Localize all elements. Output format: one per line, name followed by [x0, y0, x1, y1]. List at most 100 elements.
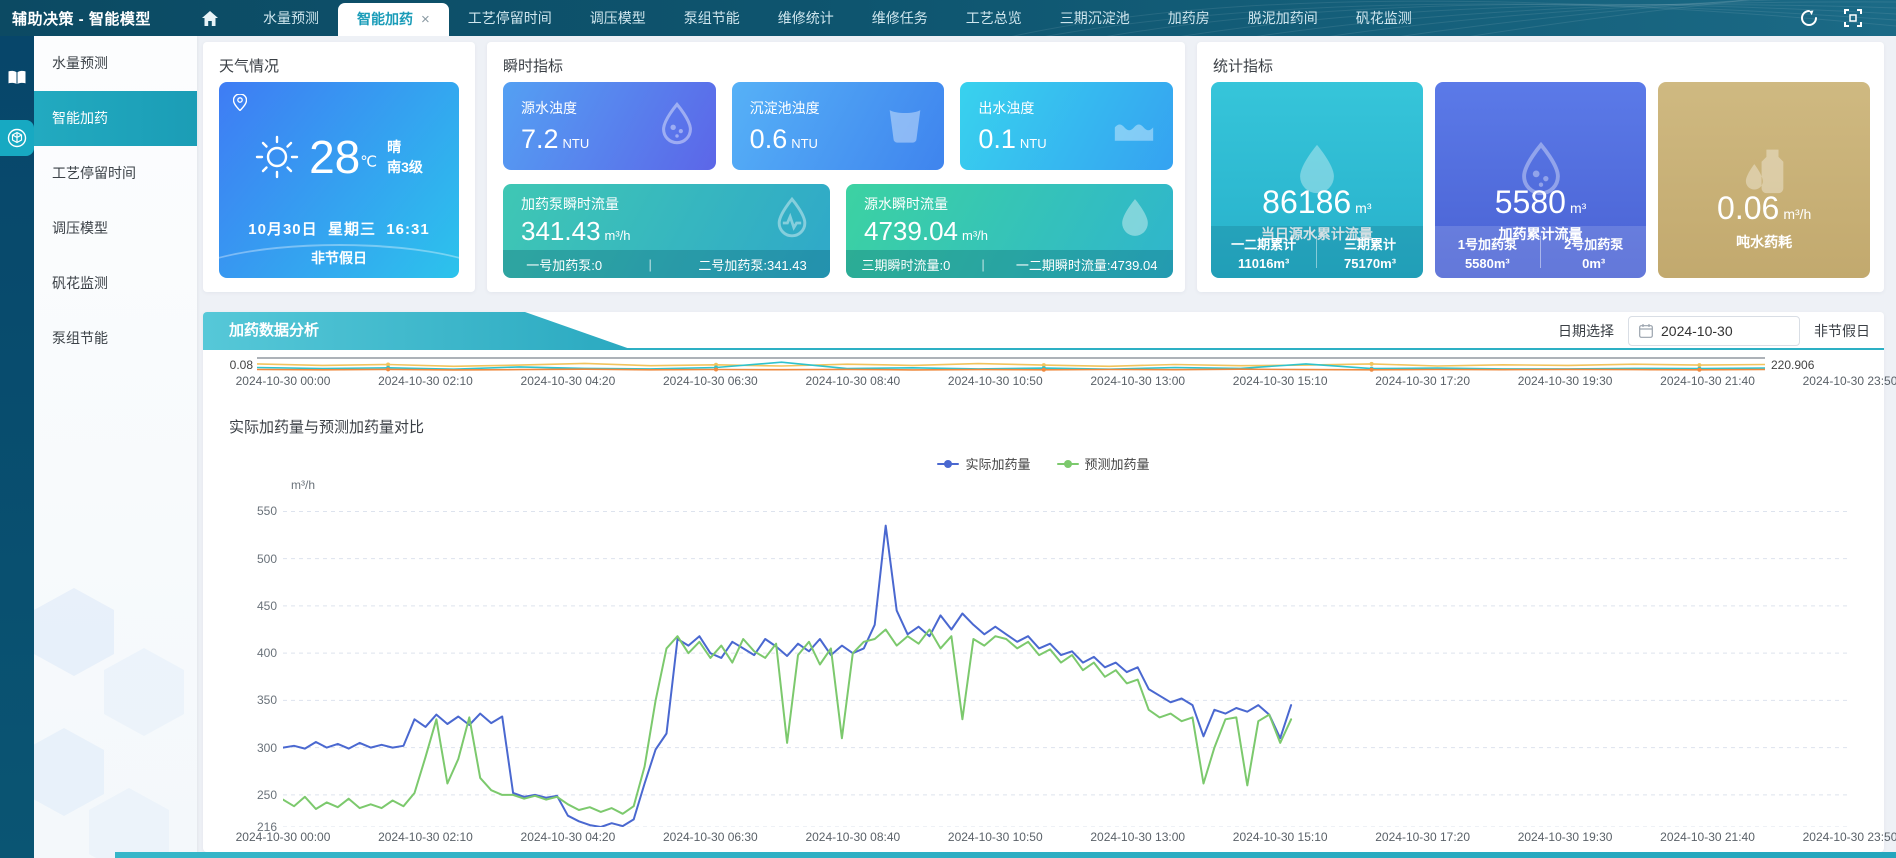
spark-x-label: 2024-10-30 08:40 — [805, 374, 900, 388]
chart-legend: 实际加药量 预测加药量 — [203, 454, 1884, 473]
stats-row: 86186m³当日源水累计流量一二期累计11016m³三期累计75170m³55… — [1211, 82, 1870, 278]
sidebar-item-矾花监测[interactable]: 矾花监测 — [34, 256, 197, 311]
spark-x-label: 2024-10-30 21:40 — [1660, 374, 1755, 388]
legend-label: 实际加药量 — [965, 454, 1030, 473]
weather-card: 28℃ 晴 南3级 10月30日 星期三 16:31 非节假日 — [219, 82, 459, 278]
comparison-chart-plot — [283, 502, 1850, 827]
legend-label: 预测加药量 — [1085, 454, 1150, 473]
refresh-icon[interactable] — [1800, 9, 1818, 27]
sidebar: 水量预测智能加药工艺停留时间调压模型矾花监测泵组节能 — [34, 36, 197, 858]
temperature-unit: ℃ — [360, 154, 377, 171]
turbidity-row: 源水浊度7.2NTU沉淀池浊度0.6NTU出水浊度0.1NTU — [503, 82, 1173, 170]
sidebar-item-工艺停留时间[interactable]: 工艺停留时间 — [34, 146, 197, 201]
tab-维修统计[interactable]: 维修统计 — [759, 0, 853, 36]
main-x-label: 2024-10-30 15:10 — [1233, 830, 1328, 844]
bottom-accent-strip — [115, 852, 1896, 858]
stat-footer-col: 1号加药泵 5580m³ — [1435, 234, 1540, 271]
weather-date: 10月30日 星期三 16:31 — [219, 218, 459, 239]
sidebar-item-智能加药[interactable]: 智能加药 — [34, 91, 197, 146]
instant-section-title: 瞬时指标 — [487, 42, 1185, 76]
analysis-card: 加药数据分析 日期选择 2024-10-30 非节假日 — [203, 312, 1884, 852]
y-tick-label: 300 — [237, 741, 277, 755]
stat-footer-label: 一二期累计 — [1211, 234, 1316, 253]
legend-dot — [944, 460, 952, 468]
stat-card-当日源水累计流量: 86186m³当日源水累计流量一二期累计11016m³三期累计75170m³ — [1211, 82, 1423, 278]
temperature: 28℃ — [309, 134, 377, 180]
fullscreen-icon[interactable] — [1844, 9, 1862, 27]
tab-工艺停留时间[interactable]: 工艺停留时间 — [449, 0, 571, 36]
tab-label: 矾花监测 — [1356, 10, 1412, 26]
stat-value: 0.06m³/h — [1658, 190, 1870, 227]
tab-三期沉淀池[interactable]: 三期沉淀池 — [1041, 0, 1149, 36]
flow-unit: m³/h — [962, 228, 988, 243]
legend-item-预测加药量[interactable]: 预测加药量 — [1057, 454, 1150, 473]
sparkline-chart[interactable] — [257, 356, 1765, 372]
tab-维修任务[interactable]: 维修任务 — [853, 0, 947, 36]
water-wave-icon — [1111, 101, 1157, 147]
legend-dot — [1064, 460, 1072, 468]
tab-close-icon[interactable]: × — [421, 12, 430, 27]
turbidity-card-沉淀池浊度: 沉淀池浊度0.6NTU — [732, 82, 945, 170]
hexagon-decoration — [34, 558, 197, 858]
tab-智能加药[interactable]: 智能加药× — [338, 3, 449, 36]
flow-footer-left: 一号加药泵:0 — [526, 255, 602, 274]
y-tick-label: 550 — [237, 504, 277, 518]
spark-x-label: 2024-10-30 06:30 — [663, 374, 758, 388]
turbidity-card-出水浊度: 出水浊度0.1NTU — [960, 82, 1173, 170]
main-x-label: 2024-10-30 08:40 — [805, 830, 900, 844]
stat-footer-label: 1号加药泵 — [1435, 234, 1540, 253]
sidebar-item-泵组节能[interactable]: 泵组节能 — [34, 311, 197, 366]
tab-矾花监测[interactable]: 矾花监测 — [1337, 0, 1431, 36]
beaker-icon — [882, 101, 928, 147]
home-button[interactable] — [190, 0, 230, 36]
stat-footer-col: 一二期累计 11016m³ — [1211, 234, 1316, 271]
turbidity-unit: NTU — [563, 136, 590, 151]
date-bar: 日期选择 2024-10-30 非节假日 — [1558, 316, 1870, 346]
tab-泵组节能[interactable]: 泵组节能 — [665, 0, 759, 36]
stats-panel: 统计指标 86186m³当日源水累计流量一二期累计11016m³三期累计7517… — [1197, 42, 1884, 292]
tab-调压模型[interactable]: 调压模型 — [571, 0, 665, 36]
date-picker-input[interactable]: 2024-10-30 — [1628, 316, 1800, 346]
droplet-pulse-icon — [770, 195, 814, 239]
analysis-tab[interactable]: 加药数据分析 — [203, 312, 633, 350]
stat-card-加药累计流量: 5580m³加药累计流量1号加药泵5580m³2号加药泵0m³ — [1435, 82, 1647, 278]
y-axis-unit: m³/h — [291, 478, 315, 492]
flow-card-源水瞬时流量: 源水瞬时流量4739.04m³/h三期瞬时流量:0|一二期瞬时流量:4739.0… — [846, 184, 1173, 278]
main-x-label: 2024-10-30 10:50 — [948, 830, 1043, 844]
sparkline-max-label: 220.906 — [1765, 358, 1814, 372]
legend-marker — [1057, 460, 1079, 468]
stat-footer-value: 5580m³ — [1435, 256, 1540, 271]
flow-row: 加药泵瞬时流量341.43m³/h一号加药泵:0|二号加药泵:341.43源水瞬… — [503, 184, 1173, 278]
date-label: 日期选择 — [1558, 321, 1614, 341]
flow-unit: m³/h — [605, 228, 631, 243]
legend-item-实际加药量[interactable]: 实际加药量 — [937, 454, 1030, 473]
sidebar-item-水量预测[interactable]: 水量预测 — [34, 36, 197, 91]
date-value: 2024-10-30 — [1661, 323, 1733, 339]
tab-label: 脱泥加药间 — [1248, 10, 1318, 26]
spark-x-label: 2024-10-30 04:20 — [521, 374, 616, 388]
sidebar-item-调压模型[interactable]: 调压模型 — [34, 201, 197, 256]
tab-脱泥加药间[interactable]: 脱泥加药间 — [1229, 0, 1337, 36]
flow-card-footer: 一号加药泵:0|二号加药泵:341.43 — [503, 250, 830, 278]
card-icon-wrap — [882, 101, 928, 152]
rail-item-book[interactable] — [0, 58, 34, 98]
y-tick-label: 450 — [237, 599, 277, 613]
main-x-label: 2024-10-30 02:10 — [378, 830, 473, 844]
comparison-chart[interactable] — [283, 502, 1850, 827]
stat-footer-value: 11016m³ — [1211, 256, 1316, 271]
stat-label: 吨水药耗 — [1658, 232, 1870, 252]
tab-工艺总览[interactable]: 工艺总览 — [947, 0, 1041, 36]
comparison-x-axis: 2024-10-30 00:002024-10-30 02:102024-10-… — [203, 830, 1884, 846]
turbidity-unit: NTU — [1020, 136, 1047, 151]
card-icon-wrap — [770, 195, 814, 244]
sparkline-min-label: 0.08 — [203, 358, 257, 372]
icon-rail — [0, 36, 34, 858]
stat-footer-label: 三期累计 — [1317, 234, 1422, 253]
tab-加药房[interactable]: 加药房 — [1149, 0, 1229, 36]
tab-label: 泵组节能 — [684, 10, 740, 26]
tab-水量预测[interactable]: 水量预测 — [244, 0, 338, 36]
rail-item-smart-model[interactable] — [0, 120, 34, 156]
flow-footer-right: 二号加药泵:341.43 — [698, 255, 806, 274]
droplet-bubbles-icon — [654, 101, 700, 147]
tab-label: 工艺总览 — [966, 10, 1022, 26]
